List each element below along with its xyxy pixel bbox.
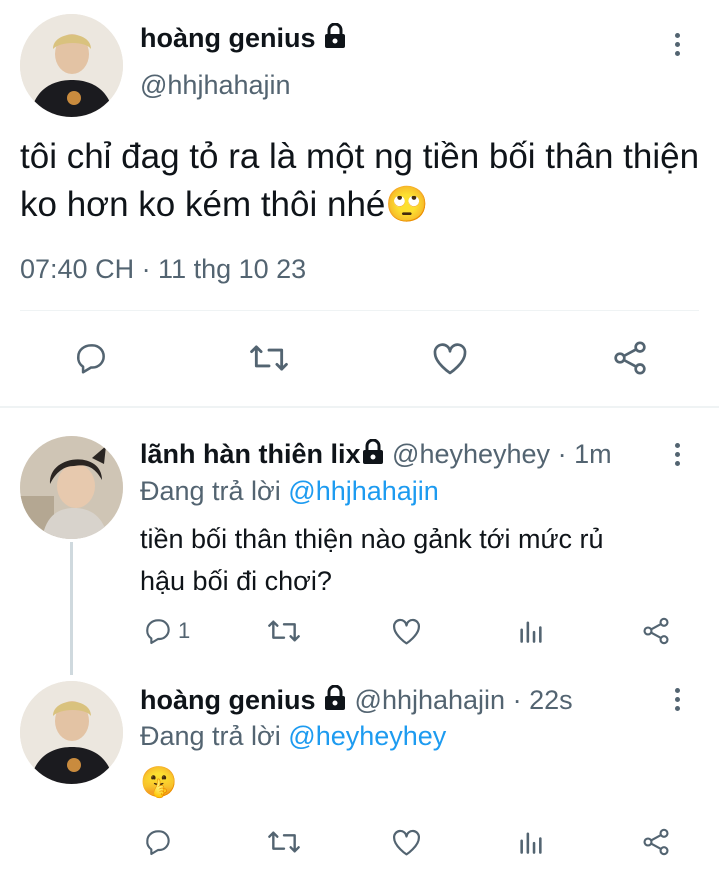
retweet-icon: [266, 826, 302, 858]
retweet-button[interactable]: [266, 826, 302, 858]
replying-to-handle-link[interactable]: @hhjhahajin: [288, 476, 439, 506]
reply-button[interactable]: 1: [142, 615, 190, 647]
more-options-icon[interactable]: [674, 443, 680, 466]
author-display-name[interactable]: hoàng genius: [140, 685, 316, 715]
reply-text: 🤫: [140, 766, 178, 799]
author-display-name[interactable]: hoàng genius: [140, 20, 347, 58]
author-handle[interactable]: @hhjhahajin: [355, 685, 506, 715]
share-button[interactable]: [610, 338, 650, 378]
lock-icon: [361, 438, 385, 474]
more-options-icon[interactable]: [674, 33, 680, 56]
replying-to-prefix: Đang trả lời: [140, 721, 281, 751]
divider: [20, 310, 699, 311]
reply-icon: [72, 339, 110, 377]
section-divider: [0, 406, 719, 408]
analytics-icon: [517, 828, 545, 856]
share-icon: [640, 615, 672, 647]
reply-icon: [142, 826, 174, 858]
author-name-text[interactable]: hoàng genius: [140, 23, 316, 53]
retweet-button[interactable]: [266, 615, 302, 647]
retweet-button[interactable]: [248, 339, 290, 377]
analytics-button[interactable]: [517, 617, 545, 645]
lock-icon: [323, 684, 347, 720]
like-button[interactable]: [430, 339, 470, 377]
retweet-icon: [248, 339, 290, 377]
reply-header: lãnh hàn thiên lix @heyheyhey · 1m: [140, 436, 612, 474]
like-icon: [390, 615, 423, 647]
replying-to-line: Đang trả lời @hhjhahajin: [140, 473, 439, 509]
lock-icon: [323, 22, 347, 58]
more-options-icon[interactable]: [674, 688, 680, 711]
thread-line: [70, 542, 73, 675]
analytics-button[interactable]: [517, 828, 545, 856]
reply-text: tiền bối thân thiện nào gảnk tới mức rủ …: [140, 518, 604, 602]
reply-time[interactable]: · 22s: [513, 685, 573, 715]
reply-button[interactable]: [142, 826, 174, 858]
reply-header: hoàng genius @hhjhahajin · 22s: [140, 682, 573, 720]
author-display-name[interactable]: lãnh hàn thiên lix: [140, 439, 361, 469]
avatar[interactable]: [20, 436, 123, 539]
author-handle[interactable]: @heyheyhey: [392, 439, 550, 469]
tweet-text: tôi chỉ đag tỏ ra là một ng tiền bối thâ…: [20, 137, 700, 224]
share-button[interactable]: [640, 826, 672, 858]
reply-count: 1: [178, 618, 191, 643]
like-button[interactable]: [390, 826, 423, 858]
replying-to-prefix: Đang trả lời: [140, 476, 281, 506]
replying-to-handle-link[interactable]: @heyheyhey: [288, 721, 446, 751]
share-icon: [640, 826, 672, 858]
like-icon: [390, 826, 423, 858]
share-button[interactable]: [640, 615, 672, 647]
author-handle[interactable]: @hhjhahajin: [140, 67, 291, 103]
like-icon: [430, 339, 470, 377]
reply-time[interactable]: · 1m: [558, 439, 612, 469]
tweet-timestamp[interactable]: 07:40 CH · 11 thg 10 23: [20, 252, 306, 286]
reply-text-line: hậu bối đi chơi?: [140, 566, 332, 596]
analytics-icon: [517, 617, 545, 645]
retweet-icon: [266, 615, 302, 647]
reply-icon: [142, 615, 174, 647]
reply-button[interactable]: [72, 339, 110, 377]
like-button[interactable]: [390, 615, 423, 647]
reply-text-line: tiền bối thân thiện nào gảnk tới mức rủ: [140, 524, 604, 554]
replying-to-line: Đang trả lời @heyheyhey: [140, 718, 446, 754]
avatar[interactable]: [20, 681, 123, 784]
share-icon: [610, 338, 650, 378]
avatar[interactable]: [20, 14, 123, 117]
